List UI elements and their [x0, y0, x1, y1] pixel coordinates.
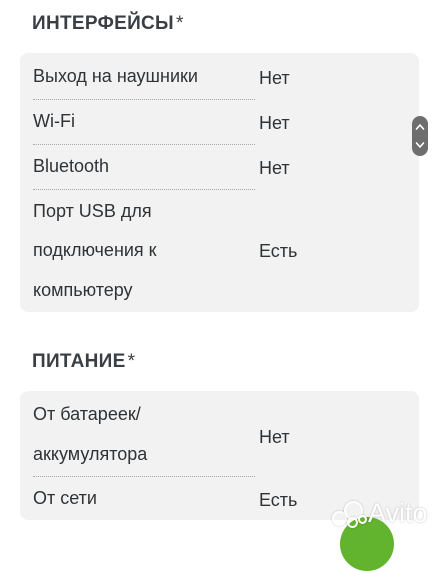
spec-value: Есть	[259, 490, 298, 510]
section-title-text: ИНТЕРФЕЙСЫ	[32, 13, 174, 34]
row-divider	[33, 99, 255, 100]
section-title-power: ПИТАНИЕ *	[32, 351, 135, 373]
spec-value: Нет	[259, 68, 290, 88]
avito-logo-text: Avito	[368, 498, 428, 528]
required-asterisk: *	[127, 351, 136, 372]
section-title-interfaces: ИНТЕРФЕЙСЫ *	[32, 13, 184, 35]
spec-value: Нет	[259, 158, 290, 178]
section-title-text: ПИТАНИЕ	[32, 351, 126, 372]
spec-name: Выход на наушники	[33, 66, 198, 86]
spec-name-line: компьютеру	[33, 280, 133, 300]
row-divider	[33, 144, 255, 145]
spec-name-line: аккумулятора	[33, 444, 148, 464]
row-divider	[33, 476, 255, 477]
required-asterisk: *	[175, 13, 184, 34]
spec-name-line: подключения к	[33, 240, 157, 260]
spec-value: Есть	[259, 241, 298, 261]
chevron-down-icon	[415, 142, 425, 148]
spec-name-line: Порт USB для	[33, 201, 152, 221]
scroll-handle[interactable]	[412, 116, 428, 156]
spec-name: Wi-Fi	[33, 111, 75, 131]
avito-watermark: Avito	[332, 498, 428, 529]
spec-name: Bluetooth	[33, 156, 110, 176]
row-divider	[33, 189, 255, 190]
spec-name: От сети	[33, 488, 97, 508]
spec-name-line: От батареек/	[33, 404, 141, 424]
spec-value: Нет	[259, 113, 290, 133]
avito-logo-dots-icon	[332, 499, 367, 529]
specs-card-interfaces: Выход на наушники Нет Wi-Fi Нет Bluetoot…	[20, 53, 419, 312]
chevron-up-icon	[415, 124, 425, 130]
spec-value: Нет	[259, 427, 290, 447]
